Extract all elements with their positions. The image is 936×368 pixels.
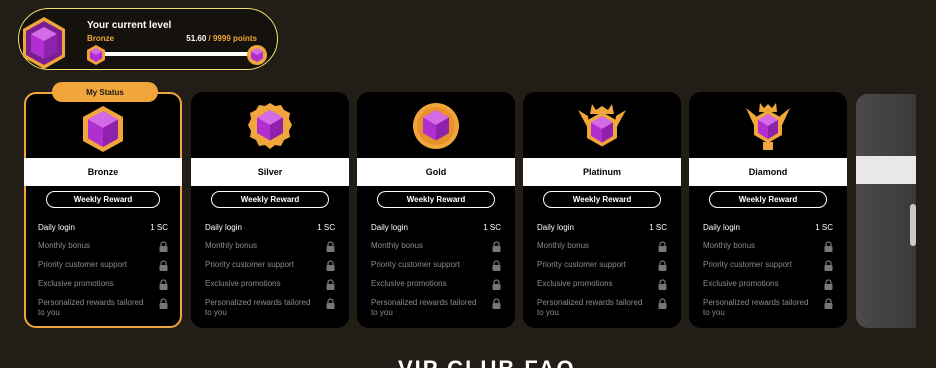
perk-exclusive-promotions: Exclusive promotions [205, 279, 335, 290]
carousel-scroll-handle[interactable] [910, 204, 916, 246]
start-gem-icon [87, 45, 105, 65]
weekly-reward-button[interactable]: Weekly Reward [377, 191, 495, 208]
my-status-tag: My Status [52, 82, 158, 102]
faq-heading: VIP CLUB FAQ [398, 356, 576, 368]
perk-monthly-bonus: Monthly bonus [205, 241, 335, 252]
perk-priority-support: Priority customer support [371, 260, 501, 271]
lock-icon [159, 260, 168, 271]
perk-exclusive-promotions: Exclusive promotions [703, 279, 833, 290]
bronze-gem-icon [23, 17, 65, 69]
perk-list: Daily login 1 SC Monthly bonus Priority c… [371, 223, 501, 326]
perk-daily-login: Daily login 1 SC [703, 223, 833, 232]
bronze-emblem-icon [83, 106, 123, 152]
weekly-reward-button[interactable]: Weekly Reward [543, 191, 661, 208]
lock-icon [824, 260, 833, 271]
perk-daily-login: Daily login 1 SC [205, 223, 335, 232]
tier-card-diamond: Diamond Weekly Reward Daily login 1 SC Mo… [689, 92, 847, 328]
end-gem-icon [247, 45, 267, 65]
perk-priority-support: Priority customer support [537, 260, 667, 271]
next-tier-card-partial[interactable] [856, 94, 916, 328]
perk-personalized-rewards: Personalized rewards tailored to you [205, 298, 335, 318]
perk-personalized-rewards: Personalized rewards tailored to you [537, 298, 667, 318]
level-points: 51.60 / 9999 points [186, 34, 257, 43]
lock-icon [326, 279, 335, 290]
perk-personalized-rewards: Personalized rewards tailored to you [703, 298, 833, 318]
perk-monthly-bonus: Monthly bonus [537, 241, 667, 252]
lock-icon [159, 241, 168, 252]
weekly-reward-button[interactable]: Weekly Reward [46, 191, 160, 208]
tier-card-platinum: Platinum Weekly Reward Daily login 1 SC M… [523, 92, 681, 328]
perk-daily-login: Daily login 1 SC [371, 223, 501, 232]
lock-icon [658, 279, 667, 290]
perk-personalized-rewards: Personalized rewards tailored to you [38, 298, 168, 318]
tier-name: Platinum [523, 158, 681, 186]
lock-icon [326, 241, 335, 252]
level-title: Your current level [87, 20, 172, 31]
lock-icon [492, 298, 501, 309]
lock-icon [658, 260, 667, 271]
tier-name: Bronze [24, 158, 182, 186]
level-tier: Bronze [87, 34, 115, 43]
tier-name: Gold [357, 158, 515, 186]
perk-list: Daily login 1 SC Monthly bonus Priority c… [537, 223, 667, 326]
tier-card-silver: Silver Weekly Reward Daily login 1 SC Mon… [191, 92, 349, 328]
diamond-emblem-icon [746, 103, 790, 150]
perk-list: Daily login 1 SC Monthly bonus Priority c… [205, 223, 335, 326]
perk-priority-support: Priority customer support [38, 260, 168, 271]
tier-card-gold: Gold Weekly Reward Daily login 1 SC Month… [357, 92, 515, 328]
perk-monthly-bonus: Monthly bonus [371, 241, 501, 252]
lock-icon [824, 279, 833, 290]
perk-list: Daily login 1 SC Monthly bonus Priority c… [38, 223, 168, 326]
weekly-reward-button[interactable]: Weekly Reward [211, 191, 329, 208]
lock-icon [326, 260, 335, 271]
perk-priority-support: Priority customer support [205, 260, 335, 271]
lock-icon [824, 298, 833, 309]
lock-icon [326, 298, 335, 309]
perk-monthly-bonus: Monthly bonus [38, 241, 168, 252]
perk-daily-login: Daily login 1 SC [38, 223, 168, 232]
gold-emblem-icon [413, 103, 459, 149]
points-max: / 9999 points [206, 34, 257, 43]
lock-icon [492, 241, 501, 252]
tier-name: Diamond [689, 158, 847, 186]
perk-exclusive-promotions: Exclusive promotions [38, 279, 168, 290]
next-tier-name-band [856, 156, 916, 184]
current-level-panel: Your current level Bronze 51.60 / 9999 p… [18, 8, 278, 70]
lock-icon [159, 279, 168, 290]
weekly-reward-button[interactable]: Weekly Reward [709, 191, 827, 208]
perk-priority-support: Priority customer support [703, 260, 833, 271]
platinum-emblem-icon [578, 104, 626, 147]
perk-exclusive-promotions: Exclusive promotions [537, 279, 667, 290]
perk-personalized-rewards: Personalized rewards tailored to you [371, 298, 501, 318]
lock-icon [492, 260, 501, 271]
lock-icon [492, 279, 501, 290]
perk-list: Daily login 1 SC Monthly bonus Priority c… [703, 223, 833, 326]
lock-icon [658, 298, 667, 309]
points-current: 51.60 [186, 34, 207, 43]
tier-name: Silver [191, 158, 349, 186]
perk-monthly-bonus: Monthly bonus [703, 241, 833, 252]
perk-exclusive-promotions: Exclusive promotions [371, 279, 501, 290]
perk-daily-login: Daily login 1 SC [537, 223, 667, 232]
lock-icon [824, 241, 833, 252]
silver-emblem-icon [248, 103, 292, 149]
tier-card-bronze: My Status Bronze Weekly Reward Daily log… [24, 82, 182, 328]
lock-icon [658, 241, 667, 252]
lock-icon [159, 298, 168, 309]
level-progress-bar [99, 52, 249, 56]
